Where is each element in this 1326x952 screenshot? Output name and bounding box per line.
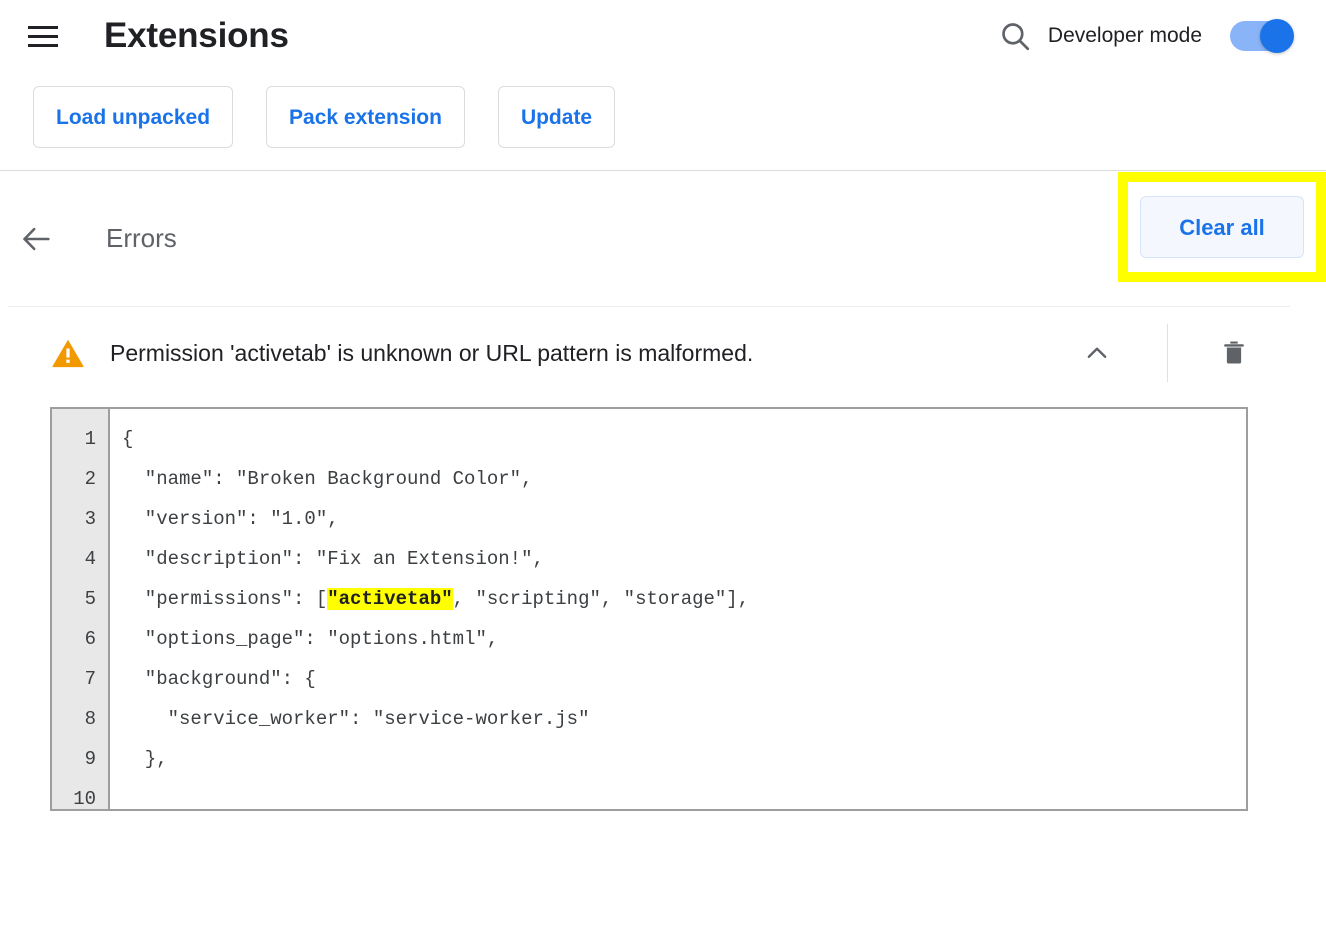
code-line: "service_worker": "service-worker.js" (122, 699, 1246, 739)
line-number: 3 (84, 508, 96, 530)
code-line: "permissions": ["activetab", "scripting"… (122, 579, 1246, 619)
code-highlight: "activetab" (327, 588, 453, 610)
developer-mode-toggle[interactable] (1230, 19, 1294, 53)
code-text: }, (122, 748, 168, 770)
code-line: "name": "Broken Background Color", (122, 459, 1246, 499)
line-number: 8 (84, 708, 96, 730)
error-message-text: Permission 'activetab' is unknown or URL… (110, 339, 754, 366)
line-number: 4 (84, 548, 96, 570)
code-text: "description": "Fix an Extension!", (122, 548, 544, 570)
manifest-code-viewer[interactable]: 1 2 3 4 5 6 7 8 9 10 { "name": "Broken B… (50, 407, 1248, 811)
error-list-item: Permission 'activetab' is unknown or URL… (0, 307, 1326, 399)
code-text: "name": "Broken Background Color", (122, 468, 533, 490)
code-line: "options_page": "options.html", (122, 619, 1246, 659)
code-content: { "name": "Broken Background Color", "ve… (110, 409, 1246, 809)
code-text: "permissions": [ (122, 588, 328, 610)
pack-extension-button[interactable]: Pack extension (266, 86, 465, 148)
arrow-back-icon[interactable] (20, 222, 54, 256)
developer-mode-label: Developer mode (1047, 24, 1202, 47)
hamburger-bar (28, 25, 58, 29)
line-number: 7 (84, 668, 96, 690)
code-text: { (122, 428, 134, 450)
line-number: 10 (73, 788, 96, 810)
hamburger-bar (28, 43, 58, 47)
line-number: 9 (84, 748, 96, 770)
line-number: 2 (84, 468, 96, 490)
update-button[interactable]: Update (497, 86, 616, 148)
code-line: "description": "Fix an Extension!", (122, 539, 1246, 579)
line-number: 5 (84, 588, 96, 610)
code-text-tail: , "scripting", "storage"], (452, 588, 750, 610)
toggle-knob (1260, 19, 1294, 53)
warning-triangle-icon (52, 339, 84, 368)
clear-all-button[interactable]: Clear all (1140, 196, 1304, 258)
code-text: "background": { (122, 668, 316, 690)
load-unpacked-button[interactable]: Load unpacked (33, 86, 234, 148)
error-item-icon-divider (1167, 324, 1168, 382)
extension-actions-toolbar: Load unpacked Pack extension Update (0, 72, 1326, 170)
top-bar: Extensions Developer mode (0, 0, 1326, 72)
hamburger-bar (28, 34, 58, 38)
code-line-number-gutter: 1 2 3 4 5 6 7 8 9 10 (52, 409, 110, 809)
chevron-up-icon[interactable] (1077, 333, 1117, 373)
line-number: 6 (84, 628, 96, 650)
hamburger-menu-icon[interactable] (28, 20, 60, 52)
code-line: }, (122, 739, 1246, 779)
trash-icon[interactable] (1214, 333, 1254, 373)
errors-page-title: Errors (106, 223, 177, 253)
page-title: Extensions (104, 16, 289, 55)
code-line: { (122, 419, 1246, 459)
code-line: "version": "1.0", (122, 499, 1246, 539)
errors-page-header: Errors Clear all (0, 171, 1326, 306)
code-line: "background": { (122, 659, 1246, 699)
code-text: "version": "1.0", (122, 508, 339, 530)
clear-all-highlight-annotation: Clear all (1118, 172, 1326, 282)
search-icon[interactable] (998, 19, 1032, 53)
code-text: "service_worker": "service-worker.js" (122, 708, 590, 730)
line-number: 1 (84, 428, 96, 450)
code-text: "options_page": "options.html", (122, 628, 499, 650)
